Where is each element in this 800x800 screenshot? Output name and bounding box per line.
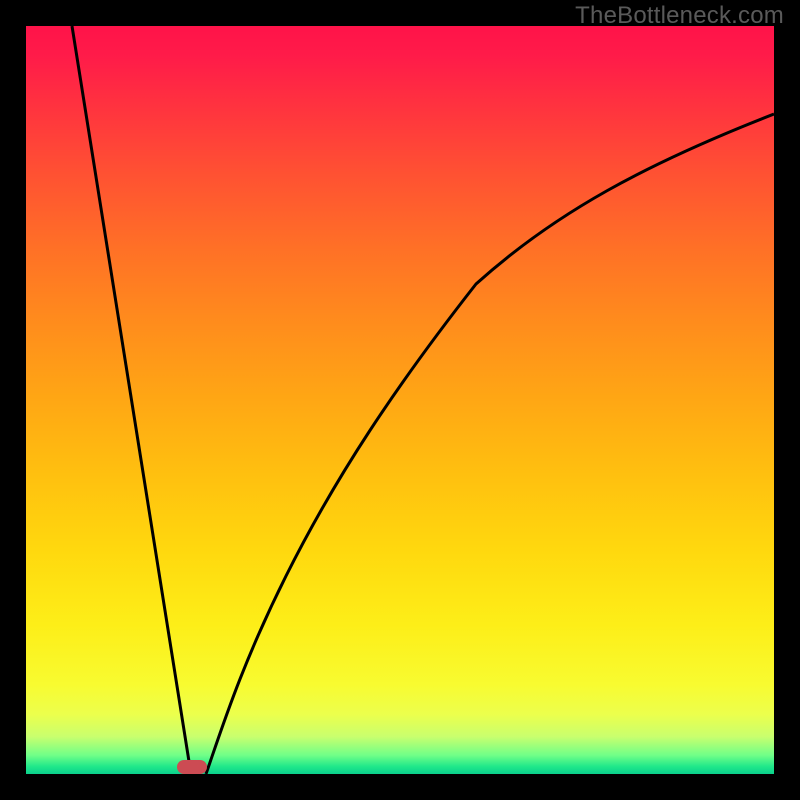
curve-right-branch [206, 114, 774, 774]
curve-overlay [26, 26, 774, 774]
curve-left-branch [72, 26, 191, 774]
minimum-marker [177, 760, 207, 774]
plot-area [26, 26, 774, 774]
chart-container: TheBottleneck.com [0, 0, 800, 800]
